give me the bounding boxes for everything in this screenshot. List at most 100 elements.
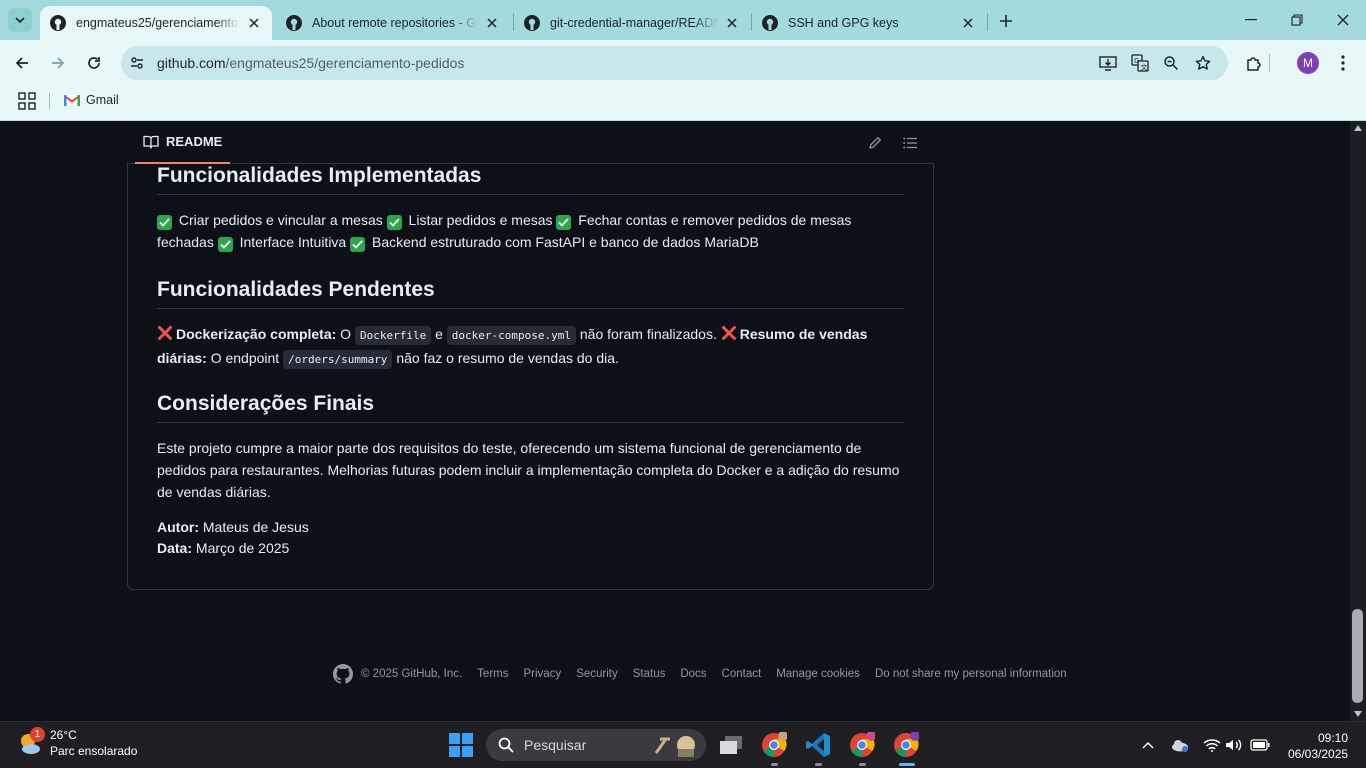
scroll-thumb[interactable]: [1352, 609, 1363, 703]
arrow-left-icon: [15, 57, 28, 69]
pending-text: O: [336, 326, 355, 342]
github-logo-icon[interactable]: [333, 664, 353, 684]
outline-button[interactable]: [901, 134, 919, 152]
system-clock[interactable]: 09:10 06/03/2025: [1288, 730, 1348, 762]
tab-search-button[interactable]: [8, 8, 32, 32]
chrome-icon: [762, 732, 787, 757]
windows-taskbar: 1 26°C Parc ensolarado Pesquisar 09:10 0…: [0, 721, 1366, 768]
book-icon: [143, 135, 159, 149]
tab-about-remote-repositories[interactable]: About remote repositories - GitHub Docs: [276, 6, 510, 40]
section-implemented: Funcionalidades Implementadas Criar pedi…: [157, 164, 904, 253]
gmail-icon: [64, 94, 80, 106]
show-hidden-icons-button[interactable]: [1138, 735, 1158, 755]
pencil-icon: [869, 137, 881, 149]
taskbar-search-label: Pesquisar: [524, 737, 587, 753]
svg-text:文: 文: [1141, 63, 1148, 72]
close-icon[interactable]: [246, 15, 262, 31]
check-icon: [556, 215, 572, 230]
bookmark-label: Gmail: [86, 93, 119, 107]
readme-tab[interactable]: README: [135, 121, 231, 164]
weather-text: 26°C Parc ensolarado: [50, 727, 137, 759]
heading-final: Considerações Finais: [157, 392, 904, 423]
scroll-up-arrow-icon[interactable]: [1354, 125, 1362, 131]
volume-icon[interactable]: [1224, 735, 1244, 755]
bookmarks-bar: Gmail: [0, 85, 1366, 121]
plus-icon: [1000, 15, 1012, 27]
weather-icon: 1: [16, 727, 45, 757]
new-tab-button[interactable]: [994, 9, 1018, 33]
readme-header: README: [127, 121, 934, 164]
zoom-icon[interactable]: [1161, 53, 1181, 73]
github-footer: © 2025 GitHub, Inc. Terms Privacy Securi…: [333, 664, 1082, 684]
taskbar-search[interactable]: Pesquisar: [486, 729, 706, 761]
tab-gerenciamento-pedidos[interactable]: engmateus25/gerenciamento-pedidos: [40, 6, 272, 40]
browser-tab-bar: engmateus25/gerenciamento-pedidos About …: [0, 0, 1366, 40]
arrow-right-icon: [52, 57, 65, 69]
windows-logo-quad: [462, 746, 473, 757]
footer-link-privacy[interactable]: Privacy: [523, 668, 561, 680]
page-scrollbar[interactable]: [1350, 121, 1366, 721]
taskbar-chrome-profile-1[interactable]: [759, 730, 789, 766]
pending-list: Dockerização completa: O Dockerfile e do…: [157, 323, 904, 371]
taskbar-vscode[interactable]: [803, 730, 833, 766]
bookmark-star-icon[interactable]: [1193, 53, 1213, 73]
tab-ssh-gpg-keys[interactable]: SSH and GPG keys: [752, 6, 986, 40]
implemented-item: Criar pedidos e vincular a mesas: [178, 212, 383, 228]
taskbar-chrome-profile-2[interactable]: [847, 730, 877, 766]
implemented-item: Listar pedidos e mesas: [408, 212, 553, 228]
extensions-icon[interactable]: [1243, 52, 1265, 74]
footer-link-terms[interactable]: Terms: [477, 668, 508, 680]
tab-git-credential-manager[interactable]: git-credential-manager/README.md: [514, 6, 750, 40]
wifi-icon[interactable]: [1202, 735, 1222, 755]
weather-widget[interactable]: 1 26°C Parc ensolarado: [16, 727, 137, 759]
close-window-button[interactable]: [1320, 0, 1366, 40]
install-app-icon[interactable]: [1098, 53, 1118, 73]
tab-title: SSH and GPG keys: [788, 16, 899, 30]
taskbar-task-view[interactable]: [716, 730, 746, 760]
battery-icon[interactable]: [1250, 735, 1270, 755]
clock-date: 06/03/2025: [1288, 747, 1349, 761]
footer-link-manage-cookies[interactable]: Manage cookies: [776, 668, 860, 680]
cross-mark-icon: [158, 326, 172, 340]
code-orders-summary: /orders/summary: [283, 350, 393, 369]
heading-implemented: Funcionalidades Implementadas: [157, 164, 904, 195]
minimize-button[interactable]: [1228, 0, 1274, 40]
footer-link-do-not-share[interactable]: Do not share my personal information: [875, 668, 1067, 680]
onedrive-icon[interactable]: [1170, 735, 1190, 755]
bookmarks-separator: [49, 93, 50, 109]
chevron-up-icon: [1142, 741, 1154, 749]
site-info-icon[interactable]: [127, 53, 147, 73]
reload-button[interactable]: [80, 49, 108, 77]
restore-button[interactable]: [1274, 0, 1320, 40]
windows-logo-quad: [449, 746, 460, 757]
code-dockerfile: Dockerfile: [354, 326, 432, 345]
toolbar-separator: [1268, 52, 1270, 74]
close-icon[interactable]: [484, 15, 500, 31]
edit-readme-button[interactable]: [866, 134, 884, 152]
footer-link-contact[interactable]: Contact: [722, 668, 762, 680]
profile-avatar[interactable]: M: [1297, 52, 1319, 74]
close-icon[interactable]: [960, 15, 976, 31]
start-button[interactable]: [449, 733, 473, 757]
code-docker-compose: docker-compose.yml: [446, 326, 576, 345]
footer-link-security[interactable]: Security: [576, 668, 618, 680]
more-menu-icon[interactable]: [1332, 52, 1354, 74]
apps-grid-icon[interactable]: [18, 92, 36, 110]
bookmark-gmail[interactable]: Gmail: [64, 93, 119, 107]
scroll-down-arrow-icon[interactable]: [1354, 711, 1362, 717]
back-button[interactable]: [8, 49, 36, 77]
footer-link-docs[interactable]: Docs: [680, 668, 706, 680]
address-bar[interactable]: github.com/engmateus25/gerenciamento-ped…: [121, 46, 1228, 80]
date-label: Data:: [157, 540, 193, 556]
close-icon[interactable]: [724, 15, 740, 31]
footer-link-status[interactable]: Status: [633, 668, 666, 680]
github-icon: [524, 15, 540, 31]
taskbar-chrome-active[interactable]: [891, 730, 921, 766]
translate-icon[interactable]: 文G: [1130, 53, 1150, 73]
url-host: github.com: [157, 55, 226, 71]
forward-button[interactable]: [44, 49, 72, 77]
heading-pending: Funcionalidades Pendentes: [157, 278, 904, 309]
section-pending: Funcionalidades Pendentes Dockerização c…: [157, 278, 904, 371]
check-icon: [350, 237, 366, 252]
vscode-icon: [806, 733, 830, 757]
